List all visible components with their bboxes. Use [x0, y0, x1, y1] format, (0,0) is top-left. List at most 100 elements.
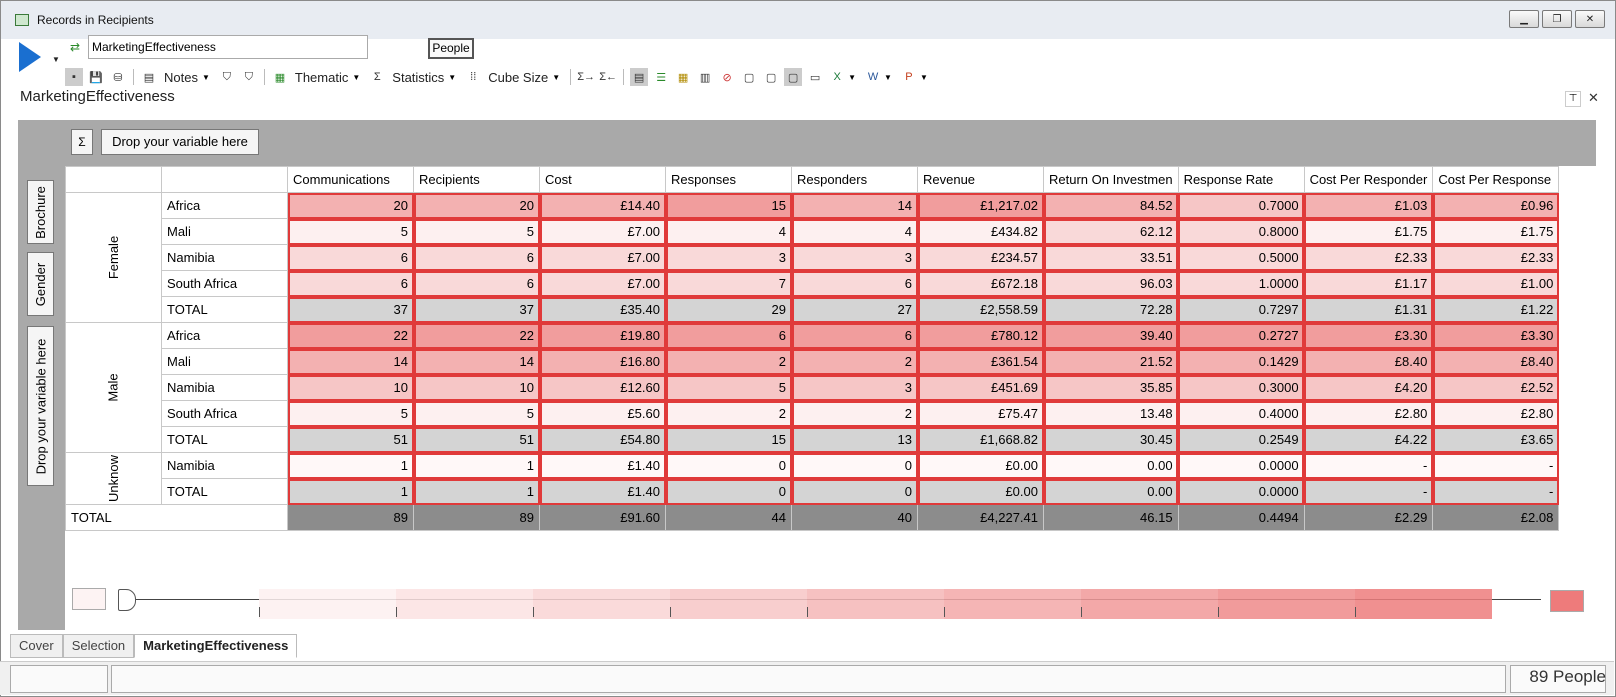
notes-dropdown-icon[interactable]: ▼: [202, 73, 210, 82]
table-view-icon[interactable]: ▤: [630, 68, 649, 86]
sum-cols-icon[interactable]: Σ←: [599, 68, 617, 86]
data-cell[interactable]: -: [1303, 452, 1434, 479]
text-b-icon[interactable]: ▢: [762, 68, 780, 86]
data-cell[interactable]: 37: [413, 296, 540, 323]
data-cell[interactable]: £434.82: [917, 218, 1044, 245]
legend-high-swatch[interactable]: [1550, 590, 1584, 612]
column-header[interactable]: Communications: [287, 166, 414, 193]
data-cell[interactable]: £3.65: [1432, 426, 1560, 453]
data-cell[interactable]: £1.00: [1432, 270, 1560, 297]
filter-icon[interactable]: ⛉: [218, 68, 236, 86]
column-header[interactable]: Recipients: [413, 166, 540, 193]
group-header[interactable]: Male: [65, 322, 162, 453]
data-cell[interactable]: £7.00: [539, 244, 666, 271]
data-cell[interactable]: 1: [413, 452, 540, 479]
data-cell[interactable]: 39.40: [1043, 322, 1179, 349]
data-cell[interactable]: 0: [791, 478, 918, 505]
grand-total-cell[interactable]: 0.4494: [1177, 504, 1305, 531]
tab-selection[interactable]: Selection: [62, 634, 135, 658]
data-cell[interactable]: £1,668.82: [917, 426, 1044, 453]
text-a-icon[interactable]: ▢: [740, 68, 758, 86]
cube-size-menu[interactable]: Cube Size: [488, 70, 548, 85]
database-icon[interactable]: ⛁: [109, 68, 127, 86]
data-cell[interactable]: £0.00: [917, 452, 1044, 479]
brochure-variable[interactable]: Brochure: [27, 180, 54, 244]
data-cell[interactable]: 0.7000: [1177, 192, 1305, 219]
data-cell[interactable]: 2: [791, 348, 918, 375]
data-cell[interactable]: 6: [665, 322, 792, 349]
row-label[interactable]: Mali: [161, 218, 288, 245]
data-cell[interactable]: £8.40: [1303, 348, 1434, 375]
data-cell[interactable]: £8.40: [1432, 348, 1560, 375]
sigma-button[interactable]: Σ: [71, 129, 93, 155]
excel-icon[interactable]: X: [828, 68, 846, 86]
data-cell[interactable]: 5: [413, 400, 540, 427]
data-cell[interactable]: 15: [665, 426, 792, 453]
run-icon[interactable]: [19, 42, 41, 72]
powerpoint-dropdown-icon[interactable]: ▼: [920, 73, 928, 82]
data-cell[interactable]: £2,558.59: [917, 296, 1044, 323]
data-cell[interactable]: 33.51: [1043, 244, 1179, 271]
data-cell[interactable]: £234.57: [917, 244, 1044, 271]
text-c-icon[interactable]: ▢: [784, 68, 803, 86]
row-label[interactable]: Namibia: [161, 452, 288, 479]
run-dropdown-icon[interactable]: ▼: [52, 55, 60, 64]
group-header[interactable]: Female: [65, 192, 162, 323]
data-cell[interactable]: 51: [413, 426, 540, 453]
data-cell[interactable]: 35.85: [1043, 374, 1179, 401]
tab-marketingeffectiveness[interactable]: MarketingEffectiveness: [134, 634, 298, 658]
row-label[interactable]: TOTAL: [161, 426, 288, 453]
statistics-icon[interactable]: Σ: [368, 68, 386, 86]
data-cell[interactable]: 5: [287, 400, 414, 427]
cube-size-dropdown-icon[interactable]: ▼: [552, 73, 560, 82]
legend-slider-handle[interactable]: [118, 589, 136, 611]
grand-total-cell[interactable]: 89: [413, 504, 540, 531]
data-cell[interactable]: £1.17: [1303, 270, 1434, 297]
data-cell[interactable]: 1.0000: [1177, 270, 1305, 297]
data-cell[interactable]: 0.4000: [1177, 400, 1305, 427]
data-cell[interactable]: 5: [413, 218, 540, 245]
data-cell[interactable]: 20: [413, 192, 540, 219]
data-cell[interactable]: 0.2727: [1177, 322, 1305, 349]
grand-total-cell[interactable]: £2.08: [1432, 504, 1560, 531]
notes-menu[interactable]: Notes: [164, 70, 198, 85]
data-cell[interactable]: 37: [287, 296, 414, 323]
grand-total-cell[interactable]: £4,227.41: [917, 504, 1044, 531]
data-cell[interactable]: 2: [791, 400, 918, 427]
data-cell[interactable]: £1.75: [1432, 218, 1560, 245]
group-header[interactable]: Unknow: [65, 452, 162, 505]
thematic-icon[interactable]: ▦: [271, 68, 289, 86]
data-cell[interactable]: 1: [287, 452, 414, 479]
data-cell[interactable]: £2.33: [1432, 244, 1560, 271]
grand-total-cell[interactable]: 40: [791, 504, 918, 531]
data-cell[interactable]: 0.1429: [1177, 348, 1305, 375]
data-cell[interactable]: 0.8000: [1177, 218, 1305, 245]
row-label[interactable]: South Africa: [161, 400, 288, 427]
column-header[interactable]: Cost Per Responder: [1303, 166, 1434, 193]
tab-cover[interactable]: Cover: [10, 634, 63, 658]
data-cell[interactable]: 3: [791, 374, 918, 401]
list-view-icon[interactable]: ☰: [652, 68, 670, 86]
data-cell[interactable]: £0.96: [1432, 192, 1560, 219]
data-cell[interactable]: £2.33: [1303, 244, 1434, 271]
data-cell[interactable]: £16.80: [539, 348, 666, 375]
data-cell[interactable]: 30.45: [1043, 426, 1179, 453]
minimize-button[interactable]: ▁: [1509, 10, 1539, 28]
data-cell[interactable]: 14: [791, 192, 918, 219]
data-cell[interactable]: £1.40: [539, 478, 666, 505]
row-label[interactable]: TOTAL: [161, 478, 288, 505]
data-cell[interactable]: £7.00: [539, 218, 666, 245]
data-cell[interactable]: 4: [791, 218, 918, 245]
statistics-menu[interactable]: Statistics: [392, 70, 444, 85]
data-cell[interactable]: 51: [287, 426, 414, 453]
data-cell[interactable]: 6: [413, 244, 540, 271]
data-cell[interactable]: £2.80: [1303, 400, 1434, 427]
data-cell[interactable]: 0.7297: [1177, 296, 1305, 323]
thematic-menu[interactable]: Thematic: [295, 70, 348, 85]
data-cell[interactable]: 2: [665, 348, 792, 375]
data-cell[interactable]: 0.2549: [1177, 426, 1305, 453]
table-name-input[interactable]: [88, 35, 368, 59]
column-header[interactable]: Revenue: [917, 166, 1044, 193]
data-cell[interactable]: £1.31: [1303, 296, 1434, 323]
powerpoint-icon[interactable]: P: [900, 68, 918, 86]
